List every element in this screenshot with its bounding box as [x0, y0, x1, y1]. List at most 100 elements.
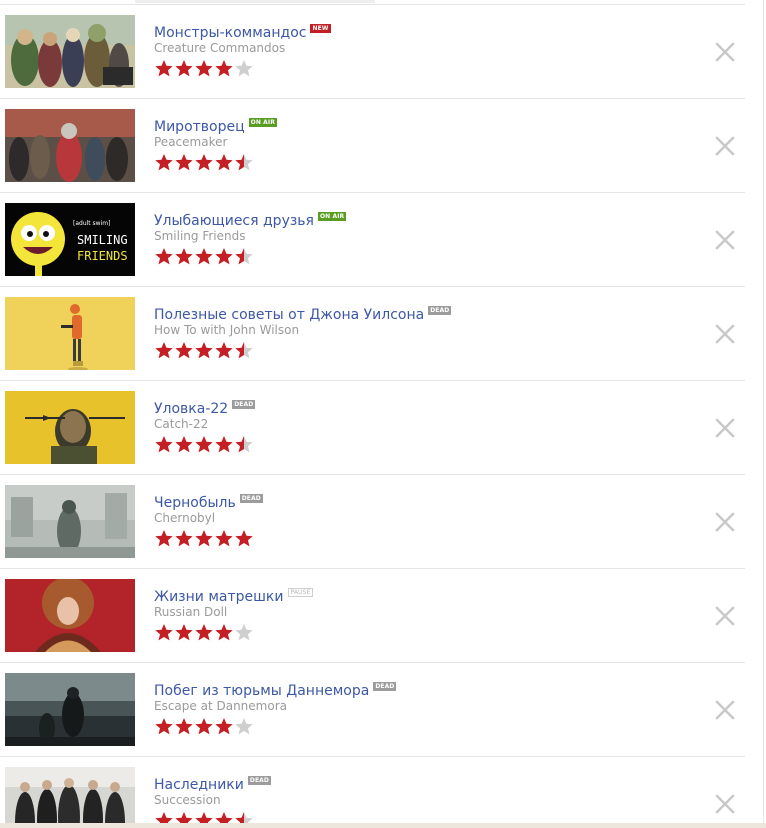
star-icon-filled	[195, 59, 213, 77]
show-row: [adult swim] SMILING FRIENDS Улыбающиеся…	[0, 193, 745, 287]
show-title-link[interactable]: Наследники	[154, 776, 244, 794]
star-icon-filled	[215, 717, 233, 735]
star-icon-filled	[155, 623, 173, 641]
star-icon-filled	[175, 623, 193, 641]
status-badge: DEAD	[247, 776, 271, 785]
close-icon[interactable]	[715, 512, 735, 532]
star-icon-filled	[215, 529, 233, 547]
star-icon-filled	[175, 247, 193, 265]
rating-stars[interactable]	[154, 717, 685, 735]
star-icon-filled	[235, 529, 253, 547]
status-badge: DEAD	[239, 494, 263, 503]
show-title-link[interactable]: Миротворец	[154, 118, 245, 136]
star-icon-filled	[215, 153, 233, 171]
thumb-dannemora[interactable]	[5, 673, 135, 746]
show-list: Монстры-коммандос NEW Creature Commandos М…	[0, 5, 745, 828]
title-line: Улыбающиеся друзья ON AIR	[154, 212, 685, 230]
thumb-catch-22[interactable]	[5, 391, 135, 464]
show-title-link[interactable]: Улыбающиеся друзья	[154, 212, 314, 230]
title-line: Полезные советы от Джона Уилсона DEAD	[154, 306, 685, 324]
show-row: Полезные советы от Джона Уилсона DEAD How …	[0, 287, 745, 381]
star-icon-half	[235, 247, 253, 265]
rating-stars[interactable]	[154, 435, 685, 453]
show-original-title: Creature Commandos	[154, 41, 286, 55]
star-icon-filled	[195, 341, 213, 359]
rating-stars[interactable]	[154, 153, 685, 171]
show-title-link[interactable]: Чернобыль	[154, 494, 236, 512]
thumb-russian-doll[interactable]	[5, 579, 135, 652]
star-icon-filled	[215, 341, 233, 359]
star-icon-filled	[155, 341, 173, 359]
close-icon[interactable]	[715, 700, 735, 720]
rating-stars[interactable]	[154, 529, 685, 547]
close-icon[interactable]	[715, 230, 735, 250]
star-icon-empty	[235, 59, 253, 77]
title-line: Чернобыль DEAD	[154, 494, 685, 512]
star-icon-filled	[175, 341, 193, 359]
title-line: Миротворец ON AIR	[154, 118, 685, 136]
thumb-smiling-friends[interactable]: [adult swim] SMILING FRIENDS	[5, 203, 135, 276]
title-line: Монстры-коммандос NEW	[154, 24, 685, 42]
title-line: Наследники DEAD	[154, 776, 685, 794]
star-icon-filled	[195, 153, 213, 171]
thumb-peacemaker[interactable]	[5, 109, 135, 182]
thumb-how-to[interactable]	[5, 297, 135, 370]
show-row: Уловка-22 DEAD Catch-22	[0, 381, 745, 475]
star-icon-filled	[215, 435, 233, 453]
star-icon-filled	[195, 247, 213, 265]
star-icon-filled	[215, 247, 233, 265]
rating-stars[interactable]	[154, 247, 685, 265]
rating-stars[interactable]	[154, 341, 685, 359]
thumb-creature-commandos[interactable]	[5, 15, 135, 88]
bottom-bar	[0, 823, 766, 828]
status-badge: PAUSE	[287, 588, 314, 597]
page: Монстры-коммандос NEW Creature Commandos М…	[0, 0, 766, 828]
star-icon-filled	[175, 717, 193, 735]
close-icon[interactable]	[715, 606, 735, 626]
close-icon[interactable]	[715, 42, 735, 62]
star-icon-filled	[155, 717, 173, 735]
svg-text:[adult swim]: [adult swim]	[73, 220, 110, 227]
close-icon[interactable]	[715, 794, 735, 814]
show-row: Миротворец ON AIR Peacemaker	[0, 99, 745, 193]
show-title-link[interactable]: Побег из тюрьмы Даннемора	[154, 682, 369, 700]
star-icon-filled	[195, 529, 213, 547]
thumb-succession[interactable]	[5, 767, 135, 828]
star-icon-filled	[195, 717, 213, 735]
show-row: Жизни матрешки PAUSE Russian Doll	[0, 569, 745, 663]
rating-stars[interactable]	[154, 623, 685, 641]
close-icon[interactable]	[715, 418, 735, 438]
rating-stars[interactable]	[154, 59, 685, 77]
show-info: Полезные советы от Джона Уилсона DEAD How …	[154, 306, 685, 359]
star-icon-half	[235, 341, 253, 359]
star-icon-filled	[215, 623, 233, 641]
star-icon-empty	[235, 717, 253, 735]
star-icon-filled	[175, 153, 193, 171]
show-row: Чернобыль DEAD Chernobyl	[0, 475, 745, 569]
star-icon-empty	[235, 623, 253, 641]
star-icon-filled	[195, 435, 213, 453]
show-title-link[interactable]: Жизни матрешки	[154, 588, 284, 606]
close-icon[interactable]	[715, 136, 735, 156]
star-icon-filled	[175, 59, 193, 77]
show-info: Жизни матрешки PAUSE Russian Doll	[154, 588, 685, 641]
show-original-title: How To with John Wilson	[154, 323, 300, 337]
star-icon-filled	[155, 529, 173, 547]
star-icon-filled	[175, 435, 193, 453]
close-icon[interactable]	[715, 324, 735, 344]
thumb-chernobyl[interactable]	[5, 485, 135, 558]
star-icon-half	[235, 153, 253, 171]
title-line: Жизни матрешки PAUSE	[154, 588, 685, 606]
show-info: Улыбающиеся друзья ON AIR Smiling Friends	[154, 212, 685, 265]
show-title-link[interactable]: Полезные советы от Джона Уилсона	[154, 306, 424, 324]
show-row: Монстры-коммандос NEW Creature Commandos	[0, 5, 745, 99]
show-title-link[interactable]: Уловка-22	[154, 400, 228, 418]
star-icon-filled	[155, 247, 173, 265]
show-title-link[interactable]: Монстры-коммандос	[154, 24, 306, 42]
show-original-title: Escape at Dannemora	[154, 699, 287, 713]
status-badge: ON AIR	[248, 118, 277, 127]
status-badge: NEW	[310, 24, 331, 33]
status-badge: DEAD	[373, 682, 397, 691]
show-info: Побег из тюрьмы Даннемора DEAD Escape at D…	[154, 682, 685, 735]
show-row: Наследники DEAD Succession	[0, 757, 745, 828]
